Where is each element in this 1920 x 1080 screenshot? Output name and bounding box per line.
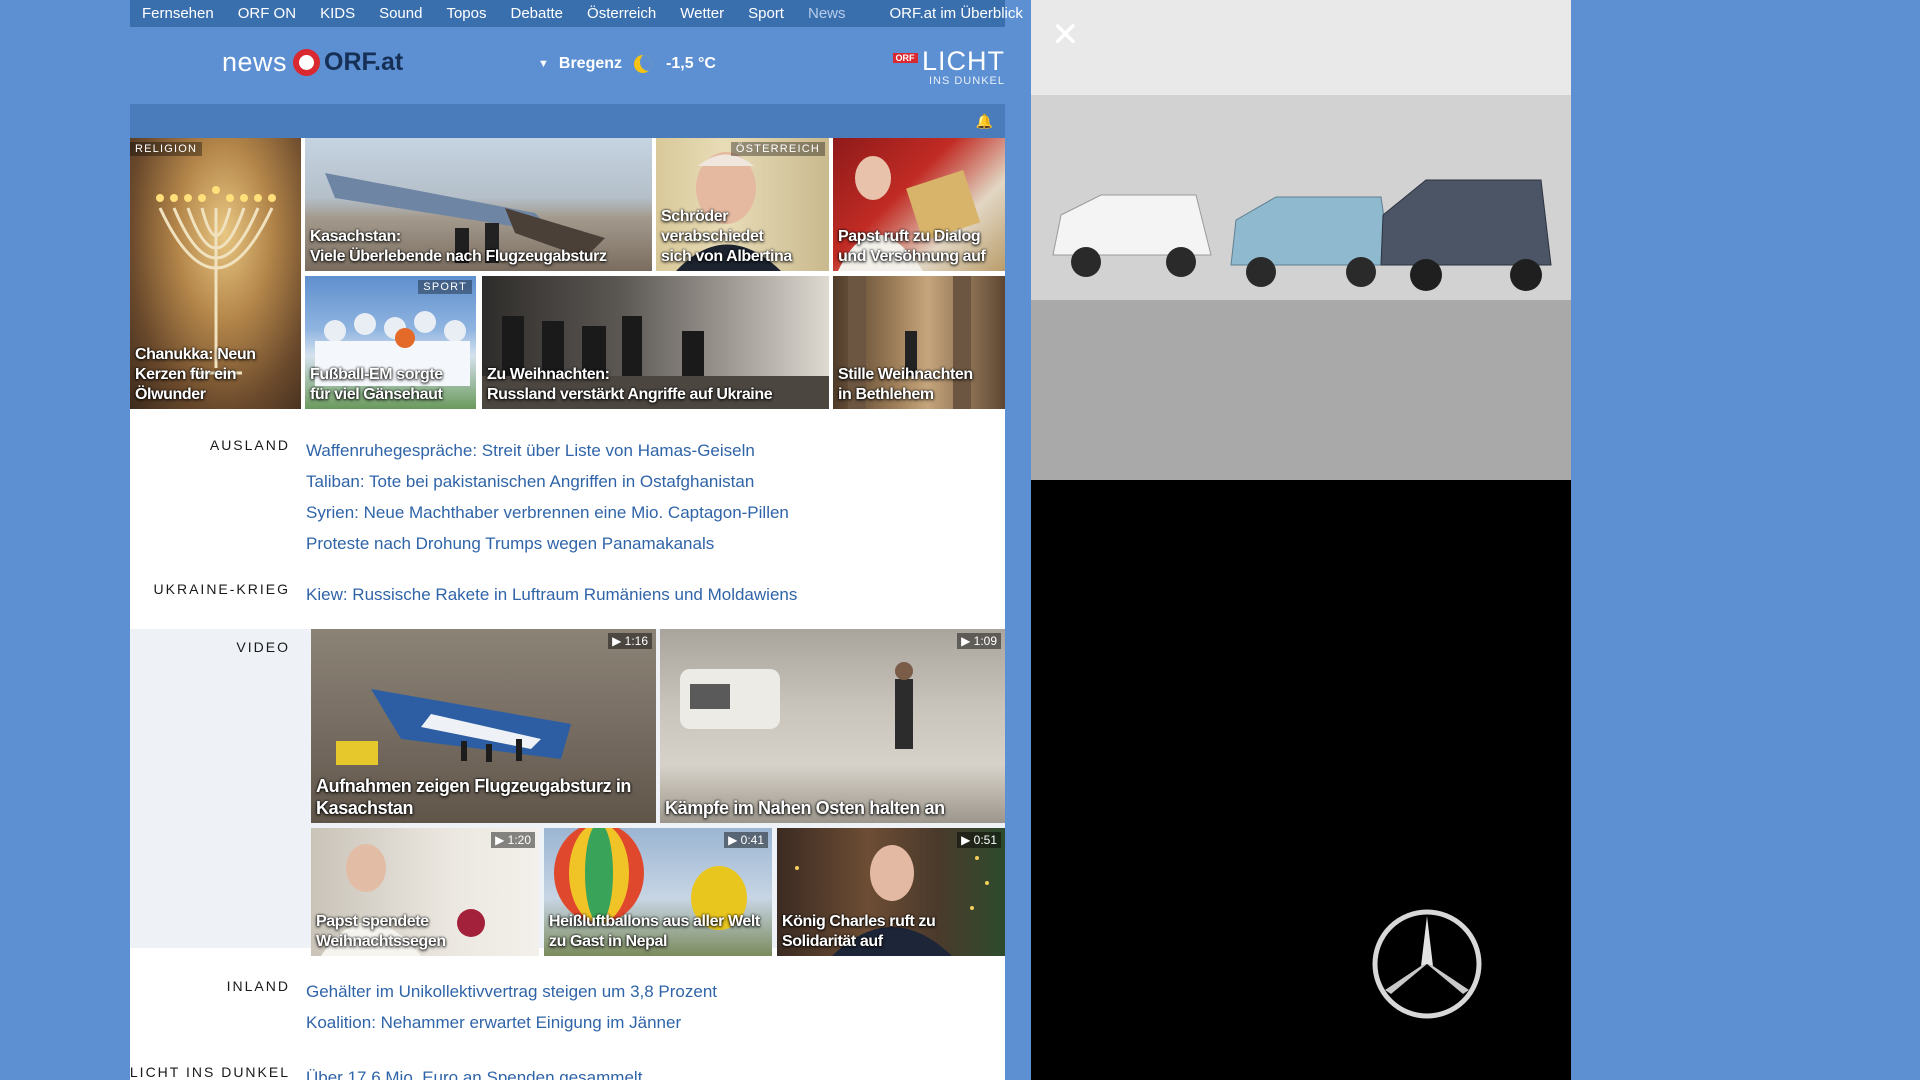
weather-widget[interactable]: ▼ Bregenz -1,5 °C: [538, 55, 716, 73]
section-label: UKRAINE-KRIEG: [153, 581, 290, 597]
mercedes-star-icon[interactable]: [1371, 908, 1483, 1020]
hero-caption: Zu Weihnachten: Russland verstärkt Angri…: [487, 366, 773, 403]
logo-orf-text: ORF.at: [324, 48, 404, 76]
headline-link[interactable]: Waffenruhegespräche: Streit über Liste v…: [306, 435, 789, 466]
headline-link[interactable]: Kiew: Russische Rakete in Luftraum Rumän…: [306, 579, 797, 610]
hero-tile-schroeder[interactable]: ÖSTERREICH Schröder verabschiedet sich v…: [656, 138, 829, 271]
licht-logo-main: LICHT: [921, 46, 1005, 76]
headline-link[interactable]: Syrien: Neue Machthaber verbrennen eine …: [306, 497, 789, 528]
section-label: AUSLAND: [209, 437, 290, 453]
nav-item-sport[interactable]: Sport: [736, 0, 796, 27]
licht-logo-sub: INS DUNKEL: [928, 75, 1005, 87]
headline-link[interactable]: Gehälter im Unikollektivvertrag steigen …: [306, 976, 717, 1007]
hero-caption: Fußball-EM sorgte für viel Gänsehaut: [310, 366, 443, 403]
nav-item-topos[interactable]: Topos: [434, 0, 498, 27]
video-tile[interactable]: ▶ 1:16 Aufnahmen zeigen Flugzeugabsturz …: [311, 629, 656, 823]
video-tile[interactable]: ▶ 1:20 Papst spendete Weihnachtssegen: [311, 828, 539, 956]
bell-icon[interactable]: 🔔: [976, 113, 993, 130]
video-duration: ▶ 1:16: [608, 633, 652, 649]
section-video: VIDEO ▶ 1:16 Aufnahmen zeigen Flugzeugab…: [130, 629, 1005, 956]
rubble-video-thumbnail: [680, 662, 913, 749]
nav-item-sound[interactable]: Sound: [367, 0, 434, 27]
headline-link[interactable]: Über 17,6 Mio. Euro an Spenden gesammelt: [306, 1062, 642, 1080]
nav-item-fernsehen[interactable]: Fernsehen: [130, 0, 226, 27]
hero-tile-chanukka[interactable]: RELIGION Chanukka: Neun Kerzen für ein Ö…: [130, 138, 301, 409]
dropdown-triangle-icon[interactable]: ▼: [538, 58, 549, 70]
hero-tile-papst[interactable]: Papst ruft zu Dialog und Versöhnung auf: [833, 138, 1005, 271]
section-label: LICHT INS DUNKEL: [130, 1064, 290, 1080]
main-content: RELIGION Chanukka: Neun Kerzen für ein Ö…: [130, 138, 1005, 1080]
video-caption: Papst spendete Weihnachtssegen: [316, 913, 446, 950]
hero-caption: Kasachstan: Viele Überlebende nach Flugz…: [310, 228, 607, 265]
advertisement-panel[interactable]: ✕: [1031, 0, 1571, 1080]
hero-tile-bethlehem[interactable]: Stille Weihnachten in Bethlehem: [833, 276, 1005, 409]
video-tile[interactable]: ▶ 0:51 König Charles ruft zu Solidarität…: [777, 828, 1005, 956]
video-duration: ▶ 1:20: [491, 832, 535, 848]
orf-eye-icon: [293, 49, 321, 76]
van-advertisement-image[interactable]: ✕: [1031, 0, 1571, 480]
video-duration: ▶ 1:09: [957, 633, 1001, 649]
video-tile[interactable]: ▶ 0:41 Heißluftballons aus aller Welt zu…: [544, 828, 772, 956]
nav-item-overview[interactable]: ORF.at im Überblick: [878, 0, 1035, 27]
video-duration: ▶ 0:41: [724, 832, 768, 848]
nav-item-wetter[interactable]: Wetter: [668, 0, 736, 27]
category-tag: SPORT: [418, 280, 472, 294]
video-tile[interactable]: ▶ 1:09 Kämpfe im Nahen Osten halten an: [660, 629, 1005, 823]
video-caption: Aufnahmen zeigen Flugzeugabsturz in Kasa…: [316, 776, 632, 818]
moon-icon: [634, 55, 653, 73]
category-tag: RELIGION: [130, 142, 203, 156]
nav-item-debatte[interactable]: Debatte: [498, 0, 575, 27]
nav-item-orf-on[interactable]: ORF ON: [226, 0, 308, 27]
video-duration: ▶ 0:51: [957, 832, 1001, 848]
nav-item-news[interactable]: News: [796, 0, 858, 27]
licht-ins-dunkel-logo[interactable]: ORF LICHT INS DUNKEL: [892, 46, 1005, 87]
video-caption: Heißluftballons aus aller Welt zu Gast i…: [549, 913, 760, 950]
headline-link[interactable]: Koalition: Nehammer erwartet Einigung im…: [306, 1007, 717, 1038]
hero-caption: Schröder verabschiedet sich von Albertin…: [661, 208, 792, 265]
section-label: VIDEO: [236, 639, 290, 655]
weather-temperature: -1,5 °C: [666, 55, 716, 72]
headline-link[interactable]: Taliban: Tote bei pakistanischen Angriff…: [306, 466, 789, 497]
nav-item-oesterreich[interactable]: Österreich: [575, 0, 668, 27]
headline-link[interactable]: Proteste nach Drohung Trumps wegen Panam…: [306, 528, 789, 559]
site-header: news ORF.at ▼ Bregenz -1,5 °C ORF LICHT …: [130, 27, 1005, 103]
hero-caption: Chanukka: Neun Kerzen für ein Ölwunder: [135, 346, 256, 403]
notification-bar: 🔔: [130, 104, 1005, 138]
news-orf-logo[interactable]: news ORF.at: [222, 47, 403, 78]
vans-illustration: [1031, 0, 1571, 480]
hero-tile-fussball[interactable]: SPORT Fußball-EM sorgte für viel Gänseha…: [305, 276, 476, 409]
video-caption: Kämpfe im Nahen Osten halten an: [665, 798, 945, 818]
weather-city[interactable]: Bregenz: [559, 55, 622, 73]
orf-badge: ORF: [892, 53, 918, 63]
hero-tile-kasachstan[interactable]: Kasachstan: Viele Überlebende nach Flugz…: [305, 138, 652, 271]
video-caption: König Charles ruft zu Solidarität auf: [782, 913, 936, 950]
logo-news-text: news: [222, 47, 288, 77]
nav-item-kids[interactable]: KIDS: [308, 0, 367, 27]
close-icon[interactable]: ✕: [1051, 18, 1080, 52]
section-label: INLAND: [226, 978, 290, 994]
top-navigation: Fernsehen ORF ON KIDS Sound Topos Debatt…: [130, 0, 1023, 27]
hero-tile-ukraine[interactable]: Zu Weihnachten: Russland verstärkt Angri…: [482, 276, 829, 409]
hero-caption: Papst ruft zu Dialog und Versöhnung auf: [838, 228, 986, 265]
hero-caption: Stille Weihnachten in Bethlehem: [838, 366, 973, 403]
category-tag: ÖSTERREICH: [730, 142, 825, 156]
